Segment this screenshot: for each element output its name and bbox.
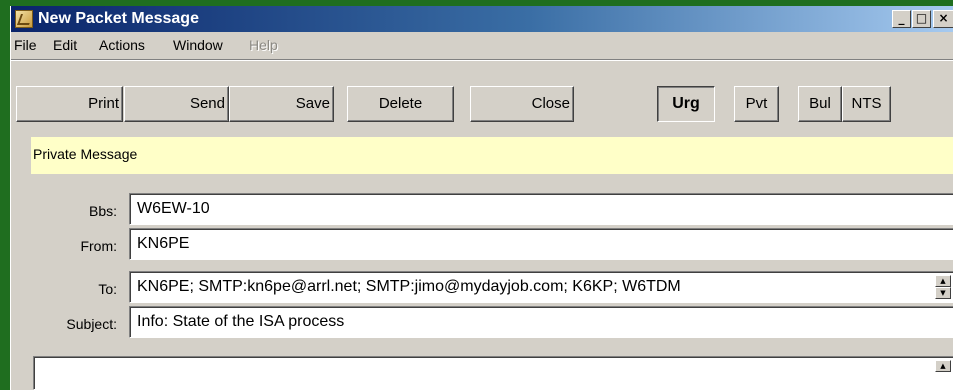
bbs-label: Bbs: [88,203,117,219]
to-scroll-up-icon[interactable]: ▲ [935,275,951,287]
bulletin-toggle[interactable]: Bul [798,86,842,122]
packet-message-window: New Packet Message _ □ × File Edit Actio… [10,6,953,390]
minimize-button[interactable]: _ [892,10,911,28]
save-button[interactable]: Save [229,86,334,122]
delete-button[interactable]: Delete [347,86,454,122]
send-button[interactable]: Send [124,86,229,122]
menu-actions[interactable]: Actions [99,37,145,53]
menu-file[interactable]: File [14,37,37,53]
to-scroll-down-icon[interactable]: ▼ [935,287,951,299]
window-title: New Packet Message [38,10,199,27]
menu-edit[interactable]: Edit [53,37,77,53]
subject-value: Info: State of the ISA process [137,313,345,330]
to-field[interactable]: KN6PE; SMTP:kn6pe@arrl.net; SMTP:jimo@my… [129,271,953,303]
from-field[interactable]: KN6PE [129,228,953,260]
private-toggle[interactable]: Pvt [734,86,779,122]
message-body-textarea[interactable]: ▲ [33,356,953,390]
bbs-value: W6EW-10 [137,200,210,217]
nts-toggle[interactable]: NTS [842,86,891,122]
close-button[interactable]: Close [470,86,574,122]
maximize-button[interactable]: □ [912,10,931,28]
from-value: KN6PE [137,235,190,252]
body-scroll-up-icon[interactable]: ▲ [935,360,951,372]
urgent-toggle[interactable]: Urg [657,86,715,122]
packet-app-icon[interactable] [15,10,33,28]
toolbar-separator [11,59,953,61]
bbs-field[interactable]: W6EW-10 [129,193,953,225]
menu-window[interactable]: Window [173,37,223,53]
from-label: From: [80,238,117,254]
menu-bar: File Edit Actions Window Help [11,33,953,57]
subject-label: Subject: [66,316,117,332]
to-label: To: [98,281,117,297]
menu-help: Help [249,37,278,53]
title-bar[interactable]: New Packet Message _ □ × [11,6,953,32]
message-type-banner: Private Message [31,137,953,174]
to-value: KN6PE; SMTP:kn6pe@arrl.net; SMTP:jimo@my… [137,278,681,295]
subject-field[interactable]: Info: State of the ISA process [129,306,953,338]
message-type-label: Private Message [33,146,138,162]
print-button[interactable]: Print [16,86,123,122]
close-window-button[interactable]: × [933,10,953,28]
